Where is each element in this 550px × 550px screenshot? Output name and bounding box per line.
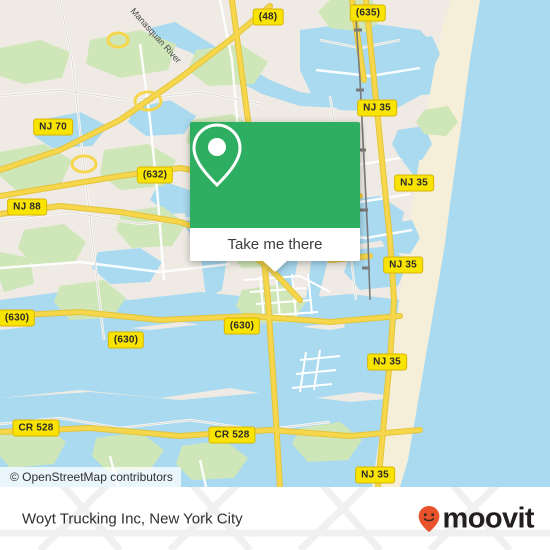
road-shield: CR 528 <box>208 426 256 444</box>
road-shield: CR 528 <box>12 419 60 437</box>
moovit-pin-icon <box>418 505 439 532</box>
moovit-logo[interactable]: moovit <box>418 502 535 534</box>
take-me-there-label: Take me there <box>227 236 323 253</box>
destination-popup[interactable]: Take me there <box>190 122 360 272</box>
road-shield: NJ 70 <box>33 118 73 136</box>
moovit-map-page: Manasquan River (48) (635) NJ 35 NJ 70 (632)… <box>0 0 550 550</box>
road-shield: (635) <box>349 4 387 22</box>
road-shield: (630) <box>223 317 261 335</box>
road-shield: (48) <box>252 8 284 26</box>
place-title: Woyt Trucking Inc, New York City <box>22 510 243 527</box>
road-shield: (630) <box>107 331 145 349</box>
moovit-wordmark: moovit <box>442 502 535 534</box>
road-shield: NJ 35 <box>367 353 407 371</box>
map-pin-icon <box>192 123 242 188</box>
road-shield: (630) <box>0 309 36 327</box>
map-canvas[interactable]: Manasquan River (48) (635) NJ 35 NJ 70 (632)… <box>0 0 550 487</box>
popup-footer[interactable]: Take me there <box>190 228 360 272</box>
popup-tail-icon <box>263 261 287 272</box>
page-footer: Woyt Trucking Inc, New York City moovit <box>0 487 550 550</box>
popup-header <box>190 122 360 228</box>
osm-attribution[interactable]: © OpenStreetMap contributors <box>0 467 181 487</box>
road-shield: NJ 35 <box>355 466 395 484</box>
road-shield: NJ 88 <box>7 198 47 216</box>
road-shield: NJ 35 <box>383 256 423 274</box>
road-shield: NJ 35 <box>394 174 434 192</box>
road-shield: (632) <box>136 166 174 184</box>
road-shield: NJ 35 <box>357 99 397 117</box>
